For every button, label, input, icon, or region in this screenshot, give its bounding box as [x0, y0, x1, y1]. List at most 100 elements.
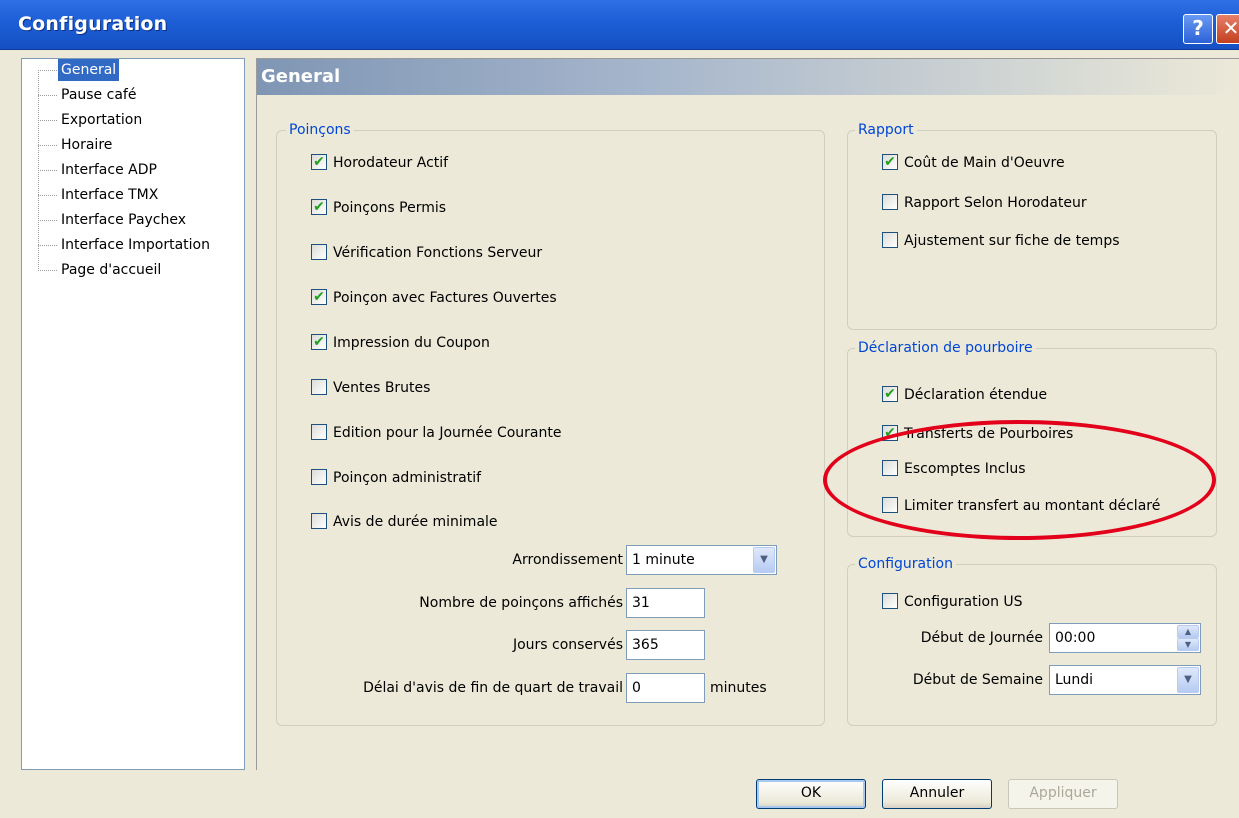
- tree-item-exportation[interactable]: Exportation: [58, 109, 145, 131]
- rapport-legend: Rapport: [855, 121, 917, 139]
- checkbox-configuration-us[interactable]: Configuration US: [882, 591, 1023, 613]
- checkbox-box[interactable]: [311, 379, 327, 395]
- tree-item-page-accueil[interactable]: Page d'accueil: [58, 259, 164, 281]
- close-button[interactable]: ✕: [1216, 14, 1239, 44]
- checkbox-box[interactable]: ✔: [311, 334, 327, 350]
- debut-journee-label: Début de Journée: [920, 630, 1043, 646]
- checkbox-ventes-brutes[interactable]: Ventes Brutes: [311, 377, 430, 399]
- checkbox-box[interactable]: ✔: [882, 386, 898, 402]
- nombre-poincons-label: Nombre de poinçons affichés: [419, 595, 623, 611]
- checkbox-label: Vérification Fonctions Serveur: [333, 245, 543, 261]
- pourboire-legend: Déclaration de pourboire: [855, 339, 1036, 357]
- checkbox-box[interactable]: [311, 424, 327, 440]
- checkbox-box[interactable]: ✔: [882, 154, 898, 170]
- tree-connector: [38, 220, 57, 221]
- checkbox-impression-coupon[interactable]: ✔ Impression du Coupon: [311, 332, 490, 354]
- tree-connector: [38, 270, 57, 271]
- tree-item-interface-adp[interactable]: Interface ADP: [58, 159, 160, 181]
- checkbox-horodateur-actif[interactable]: ✔ Horodateur Actif: [311, 152, 448, 174]
- checkbox-verification-fonctions-serveur[interactable]: Vérification Fonctions Serveur: [311, 242, 542, 264]
- checkbox-label: Poinçon avec Factures Ouvertes: [333, 290, 557, 306]
- checkbox-label: Edition pour la Journée Courante: [333, 425, 562, 441]
- configuration-legend: Configuration: [855, 555, 956, 573]
- checkbox-poincon-administratif[interactable]: Poinçon administratif: [311, 467, 481, 489]
- help-button[interactable]: ?: [1183, 14, 1213, 44]
- tree-connector: [38, 120, 57, 121]
- panel-title: General: [261, 66, 341, 87]
- checkbox-box[interactable]: ✔: [311, 154, 327, 170]
- tree-connector: [38, 145, 57, 146]
- debut-journee-spinner[interactable]: 00:00 ▲ ▼: [1049, 623, 1201, 653]
- checkbox-poincons-permis[interactable]: ✔ Poinçons Permis: [311, 197, 446, 219]
- checkbox-poincon-factures-ouvertes[interactable]: ✔ Poinçon avec Factures Ouvertes: [311, 287, 557, 309]
- poincons-legend: Poinçons: [286, 121, 354, 139]
- tree-connector: [38, 170, 57, 171]
- window-title: Configuration: [18, 13, 168, 35]
- checkbox-box[interactable]: ✔: [311, 289, 327, 305]
- checkbox-label: Poinçon administratif: [333, 470, 482, 486]
- checkbox-label: Coût de Main d'Oeuvre: [904, 155, 1065, 171]
- annotation-ellipse: [823, 420, 1216, 540]
- arrondissement-value: 1 minute: [632, 552, 695, 568]
- tree-item-interface-importation[interactable]: Interface Importation: [58, 234, 213, 256]
- arrondissement-select[interactable]: 1 minute ▼: [626, 545, 777, 575]
- settings-panel: General Poinçons ✔ Horodateur Actif ✔ Poin…: [256, 58, 1239, 770]
- checkbox-label: Ventes Brutes: [333, 380, 431, 396]
- checkbox-label: Poinçons Permis: [333, 200, 447, 216]
- tree-item-pause-cafe[interactable]: Pause café: [58, 84, 139, 106]
- nombre-poincons-input[interactable]: 31: [626, 588, 705, 618]
- checkbox-avis-duree-minimale[interactable]: Avis de durée minimale: [311, 511, 498, 533]
- spin-down-icon[interactable]: ▼: [1177, 638, 1199, 651]
- checkbox-box[interactable]: ✔: [311, 199, 327, 215]
- tree-item-interface-paychex[interactable]: Interface Paychex: [58, 209, 189, 231]
- jours-conserves-input[interactable]: 365: [626, 630, 705, 660]
- poincons-group: Poinçons ✔ Horodateur Actif ✔ Poinçons Per…: [276, 121, 825, 726]
- checkbox-box[interactable]: [882, 232, 898, 248]
- debut-semaine-value: Lundi: [1055, 672, 1094, 688]
- apply-button[interactable]: Appliquer: [1008, 779, 1118, 809]
- checkbox-label: Ajustement sur fiche de temps: [904, 233, 1120, 249]
- checkbox-declaration-etendue[interactable]: ✔ Déclaration étendue: [882, 384, 1047, 406]
- arrondissement-label: Arrondissement: [512, 552, 623, 568]
- spin-control[interactable]: ▲ ▼: [1177, 625, 1199, 651]
- tree-connector: [38, 245, 57, 246]
- title-bar: Configuration ? ✕: [0, 0, 1239, 50]
- delai-unit: minutes: [710, 680, 767, 696]
- checkbox-cout-main-oeuvre[interactable]: ✔ Coût de Main d'Oeuvre: [882, 152, 1065, 174]
- tree-connector: [38, 195, 57, 196]
- jours-conserves-label: Jours conservés: [512, 637, 623, 653]
- debut-semaine-label: Début de Semaine: [912, 672, 1043, 688]
- delai-avis-label: Délai d'avis de fin de quart de travail: [363, 680, 623, 696]
- tree-item-general[interactable]: General: [58, 59, 120, 81]
- debut-journee-value: 00:00: [1055, 630, 1096, 646]
- spin-up-icon[interactable]: ▲: [1177, 625, 1199, 638]
- configuration-group: Configuration Configuration US Début de …: [847, 555, 1217, 726]
- rapport-group: Rapport ✔ Coût de Main d'Oeuvre Rapport S…: [847, 121, 1217, 330]
- debut-semaine-select[interactable]: Lundi ▼: [1049, 665, 1201, 695]
- checkbox-box[interactable]: [882, 593, 898, 609]
- chevron-down-icon[interactable]: ▼: [1177, 667, 1199, 693]
- checkbox-box[interactable]: [311, 244, 327, 260]
- checkbox-label: Horodateur Actif: [333, 155, 449, 171]
- checkbox-box[interactable]: [311, 469, 327, 485]
- checkbox-box[interactable]: [882, 194, 898, 210]
- tree-connector: [38, 95, 57, 96]
- tree-item-horaire[interactable]: Horaire: [58, 134, 115, 156]
- tree-item-interface-tmx[interactable]: Interface TMX: [58, 184, 161, 206]
- settings-tree: General Pause café Exportation Horaire I…: [21, 58, 245, 770]
- chevron-down-icon[interactable]: ▼: [753, 547, 775, 573]
- checkbox-label: Rapport Selon Horodateur: [904, 195, 1087, 211]
- checkbox-label: Avis de durée minimale: [333, 514, 498, 530]
- checkbox-box[interactable]: [311, 513, 327, 529]
- tree-connector: [38, 70, 57, 71]
- cancel-button[interactable]: Annuler: [882, 779, 992, 809]
- checkbox-label: Déclaration étendue: [904, 387, 1048, 403]
- checkbox-ajustement-fiche-temps[interactable]: Ajustement sur fiche de temps: [882, 230, 1120, 252]
- checkbox-label: Configuration US: [904, 594, 1023, 610]
- checkbox-label: Impression du Coupon: [333, 335, 490, 351]
- delai-avis-input[interactable]: 0: [626, 673, 705, 703]
- checkbox-rapport-horodateur[interactable]: Rapport Selon Horodateur: [882, 192, 1087, 214]
- checkbox-edition-journee-courante[interactable]: Edition pour la Journée Courante: [311, 422, 562, 444]
- panel-header: General: [257, 59, 1239, 95]
- ok-button[interactable]: OK: [756, 779, 866, 809]
